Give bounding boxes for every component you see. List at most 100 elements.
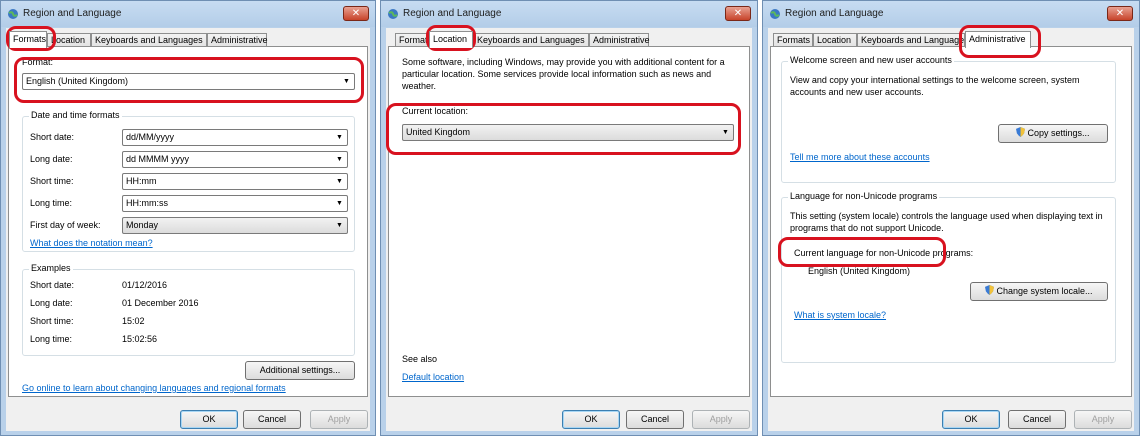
tab-location[interactable]: Location bbox=[47, 33, 91, 47]
date-time-formats-group: Date and time formats Short date: dd/MM/… bbox=[22, 110, 355, 252]
row-label: Short date: bbox=[30, 132, 75, 142]
uac-shield-icon bbox=[985, 285, 995, 295]
tab-formats[interactable]: Formats bbox=[9, 31, 47, 48]
tab-keyboards-and-languages[interactable]: Keyboards and Languages bbox=[857, 33, 965, 47]
what-is-system-locale-link[interactable]: What is system locale? bbox=[794, 310, 886, 320]
example-value: 15:02 bbox=[122, 316, 145, 326]
globe-icon bbox=[8, 9, 18, 19]
row-label: Long time: bbox=[30, 198, 73, 208]
title-bar: Region and Language ✕ bbox=[1, 1, 375, 27]
region-language-window-location: Region and Language ✕ Formats Location K… bbox=[380, 0, 758, 436]
close-icon[interactable]: ✕ bbox=[725, 6, 751, 21]
row-label: Long date: bbox=[30, 154, 73, 164]
chevron-down-icon: ▼ bbox=[336, 178, 343, 185]
welcome-screen-group: Welcome screen and new user accounts Vie… bbox=[781, 55, 1116, 183]
default-location-link[interactable]: Default location bbox=[402, 372, 464, 382]
example-value: 01/12/2016 bbox=[122, 280, 168, 290]
ok-button[interactable]: OK bbox=[562, 410, 620, 429]
close-icon[interactable]: ✕ bbox=[1107, 6, 1133, 21]
apply-button[interactable]: Apply bbox=[310, 410, 368, 429]
change-locale-label: Change system locale... bbox=[996, 286, 1093, 296]
window-title: Region and Language bbox=[403, 8, 502, 19]
region-language-window-administrative: Region and Language ✕ Formats Location K… bbox=[762, 0, 1140, 436]
chevron-down-icon: ▼ bbox=[336, 222, 343, 229]
first-day-of-week-dropdown[interactable]: Monday ▼ bbox=[122, 217, 348, 234]
non-unicode-group: Language for non-Unicode programs This s… bbox=[781, 191, 1116, 363]
tab-administrative[interactable]: Administrative bbox=[207, 33, 268, 47]
tab-keyboards-and-languages[interactable]: Keyboards and Languages bbox=[473, 33, 589, 47]
region-language-window-formats: Region and Language ✕ Formats Location K… bbox=[0, 0, 376, 436]
chevron-down-icon: ▼ bbox=[336, 134, 343, 141]
cancel-button[interactable]: Cancel bbox=[1008, 410, 1066, 429]
dialog-client: Formats Location Keyboards and Languages… bbox=[768, 28, 1134, 431]
short-time-value: HH:mm bbox=[126, 176, 157, 186]
short-date-dropdown[interactable]: dd/MM/yyyy ▼ bbox=[122, 129, 348, 146]
tab-formats[interactable]: Formats bbox=[773, 33, 813, 47]
close-icon[interactable]: ✕ bbox=[343, 6, 369, 21]
example-label: Short time: bbox=[30, 316, 74, 326]
example-value: 15:02:56 bbox=[122, 334, 158, 344]
example-label: Long time: bbox=[30, 334, 73, 344]
chevron-down-icon: ▼ bbox=[722, 129, 729, 136]
tell-me-more-link[interactable]: Tell me more about these accounts bbox=[790, 152, 930, 162]
tab-page-location: Some software, including Windows, may pr… bbox=[388, 46, 750, 397]
cancel-button[interactable]: Cancel bbox=[243, 410, 301, 429]
additional-settings-button[interactable]: Additional settings... bbox=[245, 361, 355, 380]
change-system-locale-button[interactable]: Change system locale... bbox=[970, 282, 1108, 301]
tab-page-administrative: Welcome screen and new user accounts Vie… bbox=[770, 46, 1132, 397]
ok-button[interactable]: OK bbox=[180, 410, 238, 429]
group-title: Examples bbox=[29, 263, 73, 273]
format-value: English (United Kingdom) bbox=[26, 76, 129, 86]
format-label: Format: bbox=[22, 57, 54, 67]
apply-button[interactable]: Apply bbox=[1074, 410, 1132, 429]
short-time-dropdown[interactable]: HH:mm ▼ bbox=[122, 173, 348, 190]
tab-administrative[interactable]: Administrative bbox=[589, 33, 650, 47]
long-date-dropdown[interactable]: dd MMMM yyyy ▼ bbox=[122, 151, 348, 168]
example-label: Short date: bbox=[30, 280, 75, 290]
tab-location[interactable]: Location bbox=[813, 33, 857, 47]
tab-administrative[interactable]: Administrative bbox=[965, 31, 1031, 48]
first-day-value: Monday bbox=[126, 220, 159, 230]
online-learn-link[interactable]: Go online to learn about changing langua… bbox=[22, 383, 286, 393]
current-language-label: Current language for non-Unicode program… bbox=[794, 248, 974, 258]
dialog-client: Formats Location Keyboards and Languages… bbox=[386, 28, 752, 431]
tab-keyboards-and-languages[interactable]: Keyboards and Languages bbox=[91, 33, 207, 47]
long-time-dropdown[interactable]: HH:mm:ss ▼ bbox=[122, 195, 348, 212]
format-dropdown[interactable]: English (United Kingdom) ▼ bbox=[22, 73, 355, 90]
group-title: Date and time formats bbox=[29, 110, 122, 120]
tab-formats[interactable]: Formats bbox=[395, 33, 429, 47]
chevron-down-icon: ▼ bbox=[343, 78, 350, 85]
copy-settings-button[interactable]: Copy settings... bbox=[998, 124, 1108, 143]
current-language-value: English (United Kingdom) bbox=[808, 266, 911, 276]
notation-link[interactable]: What does the notation mean? bbox=[30, 238, 153, 248]
long-date-value: dd MMMM yyyy bbox=[126, 154, 189, 164]
apply-button[interactable]: Apply bbox=[692, 410, 750, 429]
tab-page-formats: Format: English (United Kingdom) ▼ Date … bbox=[8, 46, 368, 397]
group-title: Language for non-Unicode programs bbox=[788, 191, 940, 201]
see-also-label: See also bbox=[402, 354, 438, 364]
row-label: First day of week: bbox=[30, 220, 101, 230]
cancel-button[interactable]: Cancel bbox=[626, 410, 684, 429]
examples-group: Examples Short date: 01/12/2016 Long dat… bbox=[22, 263, 355, 356]
chevron-down-icon: ▼ bbox=[336, 200, 343, 207]
ok-button[interactable]: OK bbox=[942, 410, 1000, 429]
short-date-value: dd/MM/yyyy bbox=[126, 132, 175, 142]
globe-icon bbox=[388, 9, 398, 19]
welcome-description: View and copy your international setting… bbox=[790, 75, 1080, 97]
example-label: Long date: bbox=[30, 298, 73, 308]
location-description: Some software, including Windows, may pr… bbox=[402, 57, 725, 91]
current-location-dropdown[interactable]: United Kingdom ▼ bbox=[402, 124, 734, 141]
globe-icon bbox=[770, 9, 780, 19]
title-bar: Region and Language ✕ bbox=[381, 1, 757, 27]
uac-shield-icon bbox=[1016, 127, 1026, 137]
tab-location[interactable]: Location bbox=[429, 31, 473, 48]
chevron-down-icon: ▼ bbox=[336, 156, 343, 163]
non-unicode-description: This setting (system locale) controls th… bbox=[790, 211, 1103, 233]
title-bar: Region and Language ✕ bbox=[763, 1, 1139, 27]
group-title: Welcome screen and new user accounts bbox=[788, 55, 954, 65]
current-location-label: Current location: bbox=[402, 106, 469, 116]
row-label: Short time: bbox=[30, 176, 74, 186]
current-location-value: United Kingdom bbox=[406, 127, 471, 137]
window-title: Region and Language bbox=[785, 8, 884, 19]
long-time-value: HH:mm:ss bbox=[126, 198, 168, 208]
